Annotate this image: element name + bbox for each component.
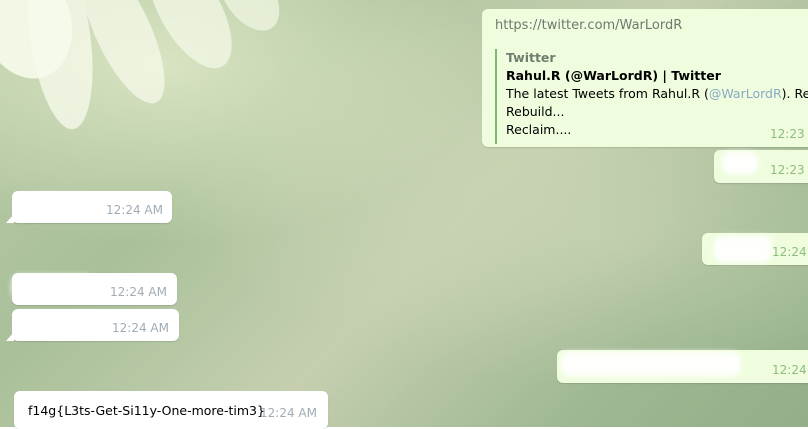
message-bubble-outgoing-link[interactable]: https://twitter.com/WarLordR Twitter Rah… bbox=[482, 9, 808, 147]
message-time: 12:23 AM bbox=[770, 163, 808, 177]
redaction-scribble bbox=[714, 236, 772, 262]
preview-site-name: Twitter bbox=[506, 50, 556, 65]
message-bubble-incoming[interactable]: 12:24 AM bbox=[6, 309, 179, 341]
preview-description-suffix: ). Rede bbox=[781, 86, 808, 101]
redaction-scribble bbox=[12, 275, 92, 299]
preview-line: Rebuild... bbox=[506, 104, 565, 119]
redaction-scribble bbox=[722, 152, 758, 174]
preview-title: Rahul.R (@WarLordR) | Twitter bbox=[506, 68, 721, 83]
link-url[interactable]: https://twitter.com/WarLordR bbox=[495, 18, 682, 33]
message-bubble-outgoing[interactable]: 12:24 AM bbox=[702, 233, 808, 265]
preview-description: The latest Tweets from Rahul.R (@WarLord… bbox=[506, 85, 808, 103]
message-bubble-outgoing[interactable]: 12:24 AM bbox=[557, 350, 808, 383]
message-time: 12:24 AM bbox=[110, 285, 167, 299]
message-time: 12:24 AM bbox=[112, 321, 169, 335]
preview-line: Reclaim.... bbox=[506, 122, 572, 137]
message-bubble-outgoing[interactable]: 12:23 AM bbox=[714, 150, 808, 183]
message-time: 12:24 AM bbox=[772, 363, 808, 377]
message-text: f14g{L3ts-Get-Si11y-One-more-tim3} bbox=[28, 403, 265, 418]
link-preview[interactable]: Twitter Rahul.R (@WarLordR) | Twitter Th… bbox=[495, 49, 808, 144]
message-bubble-incoming[interactable]: 12:24 AM bbox=[6, 191, 172, 223]
message-time: 12:24 AM bbox=[772, 245, 808, 259]
redaction-scribble bbox=[16, 313, 98, 335]
message-bubble-incoming-flag[interactable]: f14g{L3ts-Get-Si11y-One-more-tim3} 12:24… bbox=[14, 391, 328, 429]
redaction-scribble bbox=[18, 195, 88, 215]
message-time: 12:24 AM bbox=[106, 203, 163, 217]
message-time: 12:23 AM bbox=[770, 127, 808, 141]
message-bubble-incoming[interactable]: 12:24 AM bbox=[12, 273, 177, 305]
redaction-scribble bbox=[561, 352, 741, 376]
message-time: 12:24 AM bbox=[260, 406, 317, 420]
preview-description-prefix: The latest Tweets from Rahul.R ( bbox=[506, 86, 709, 101]
preview-description-handle[interactable]: @WarLordR bbox=[709, 86, 782, 101]
bubble-tail bbox=[6, 214, 14, 223]
bubble-tail bbox=[6, 332, 14, 341]
